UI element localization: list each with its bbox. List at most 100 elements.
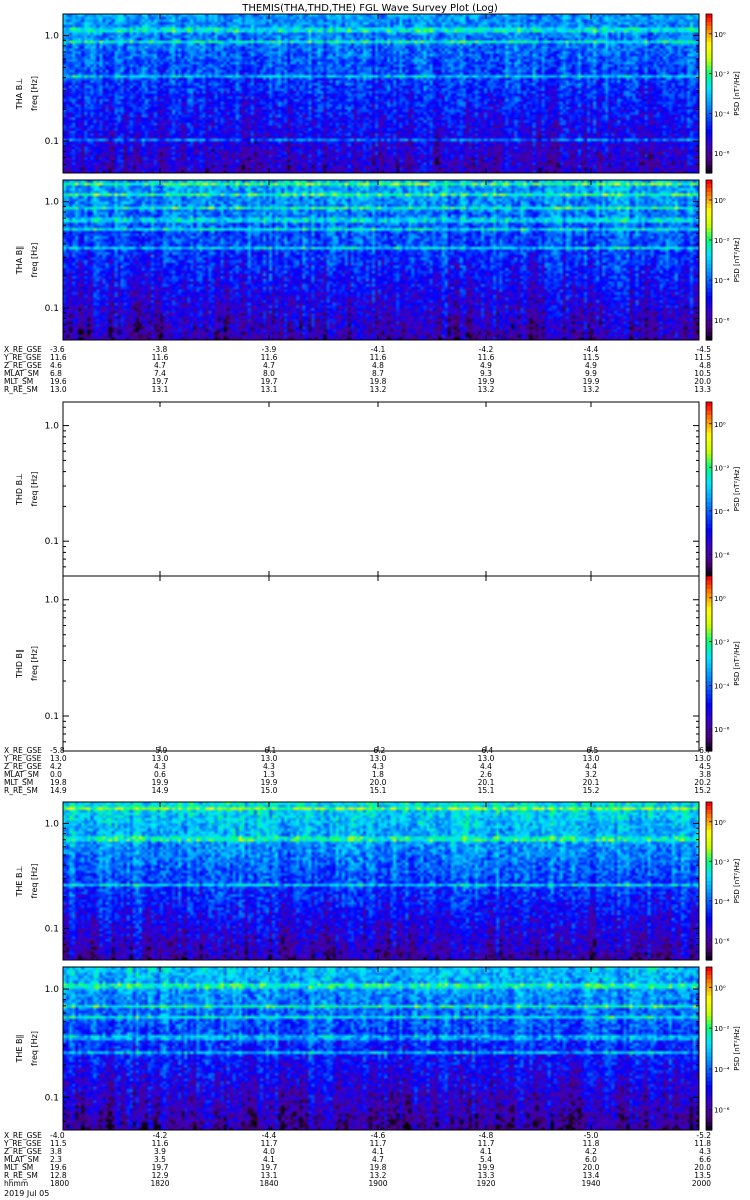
y-tick-label: 0.1 [45,137,59,147]
colorbar-swatch [706,510,712,516]
colorbar-swatch [706,912,712,918]
panel-the-bii: 1.0 0.1 THE B∥ freq [Hz] 10⁰ 10⁻² 10⁻⁴ 10⁻⁶ PSD … [15,966,741,1131]
ephemeris-value: 13.0 [50,385,67,394]
colorbar-label: PSD [nT²/Hz] [733,1026,741,1071]
colorbar-tick-label: 10⁻⁶ [714,150,730,158]
colorbar-swatch [706,1060,712,1066]
y-axis-label: THD B⊥ [15,473,24,506]
colorbar-swatch [706,813,712,819]
plot-frame [62,575,700,752]
colorbar-swatch [706,220,712,225]
colorbar-tick-label: 10⁰ [714,197,726,205]
colorbar-swatch [706,300,712,305]
colorbar-swatch [706,541,712,547]
colorbar-label: PSD [nT²/Hz] [733,466,741,511]
colorbar-swatch [706,77,712,83]
colorbar-swatch [706,467,712,473]
colorbar-swatch [706,654,712,660]
y-tick-label: 1.0 [45,198,60,208]
ephemeris-value: 1800 [50,1179,69,1188]
colorbar-swatch [706,991,712,997]
colorbar-swatch [706,410,712,416]
colorbar-swatch [706,519,712,525]
colorbar-swatch [706,515,712,521]
colorbar: 10⁰ 10⁻² 10⁻⁴ 10⁻⁶ PSD [nT²/Hz] [705,801,741,961]
colorbar-swatch [706,532,712,538]
panel-thd-bii: 1.0 0.1 THD B∥ freq [Hz] 10⁰ 10⁻² 10⁻⁴ 10⁻⁶ PSD … [15,575,741,752]
colorbar: 10⁰ 10⁻² 10⁻⁴ 10⁻⁶ PSD [nT²/Hz] [705,401,741,577]
ephemeris-table: X_RE_GSE -3.6 -3.8 -3.9 -4.1 -4.2 -4.4 -4.5Y_RE… [3,345,711,394]
colorbar-swatch [706,558,712,564]
colorbar-swatch [706,1121,712,1127]
colorbar-swatch [706,441,712,447]
ephemeris-value: 14.9 [152,786,169,795]
colorbar-swatch [706,916,712,922]
panel-thd-bl: 1.0 0.1 THD B⊥ freq [Hz] 10⁰ 10⁻² 10⁻⁴ 10⁻⁶ PSD … [15,401,741,577]
colorbar-swatch [706,402,712,407]
colorbar-swatch [706,184,712,189]
colorbar-swatch [706,1036,712,1041]
colorbar-swatch [706,1052,712,1058]
spectrogram-image [63,967,699,1130]
colorbar-swatch [706,576,712,581]
colorbar-swatch [706,987,712,993]
y-axis-label: THE B⊥ [15,865,24,897]
y-axis-unit-label: freq [Hz] [30,472,39,507]
colorbar-swatch [706,567,712,573]
ephemeris-row-label: R_RE_SM [4,385,38,394]
y-tick-label: 1.0 [45,422,60,432]
y-tick-label: 1.0 [45,32,60,42]
y-axis-label: THA B⊥ [15,78,24,110]
colorbar-swatch [706,454,712,460]
y-axis-unit-label: freq [Hz] [30,76,39,111]
colorbar-swatch [706,667,712,673]
colorbar-swatch [706,948,712,953]
colorbar-swatch [706,1085,712,1090]
colorbar-swatch [706,493,712,499]
colorbar-swatch [706,1101,712,1107]
colorbar-swatch [706,260,712,265]
ephemeris-value: 13.3 [694,385,711,394]
y-tick-label: 0.1 [45,924,59,934]
colorbar-swatch [706,157,712,162]
y-tick-label: 0.1 [45,537,59,547]
colorbar-swatch [706,1044,712,1050]
colorbar-swatch [706,153,712,158]
colorbar-swatch [706,105,712,110]
colorbar-swatch [706,81,712,87]
colorbar-swatch [706,999,712,1005]
y-tick-label: 1.0 [45,985,60,995]
ephemeris-value: 15.1 [370,786,387,795]
colorbar-swatch [706,332,712,337]
colorbar-swatch [706,41,712,47]
colorbar-swatch [706,584,712,590]
colorbar-tick-label: 10⁻⁴ [714,508,730,516]
colorbar-swatch [706,967,712,972]
colorbar-swatch [706,602,712,608]
colorbar-swatch [706,137,712,142]
colorbar-swatch [706,25,712,31]
colorbar-swatch [706,619,712,625]
colorbar-swatch [706,37,712,43]
colorbar-tick-label: 10⁰ [714,595,726,603]
y-tick-label: 0.1 [45,1093,59,1103]
colorbar-swatch [706,975,712,980]
y-axis-unit-label: freq [Hz] [30,243,39,278]
colorbar-swatch [706,228,712,233]
colorbar-swatch [706,1048,712,1054]
colorbar-swatch [706,308,712,313]
ephemeris-value: 13.2 [478,385,495,394]
panel-the-bl: 1.0 0.1 THE B⊥ freq [Hz] 10⁰ 10⁻² 10⁻⁴ 10⁻⁶ PSD … [15,801,741,961]
colorbar-swatch [706,200,712,205]
colorbar-tick-label: 10⁻⁴ [714,1066,730,1074]
colorbar-swatch [706,580,712,586]
colorbar-swatch [706,716,712,721]
colorbar-swatch [706,406,712,412]
colorbar-swatch [706,900,712,906]
colorbar-swatch [706,497,712,503]
colorbar-swatch [706,825,712,831]
plot-frame [62,401,700,577]
colorbar-swatch [706,888,712,894]
y-axis-unit-label: freq [Hz] [30,646,39,681]
colorbar-swatch [706,1056,712,1062]
